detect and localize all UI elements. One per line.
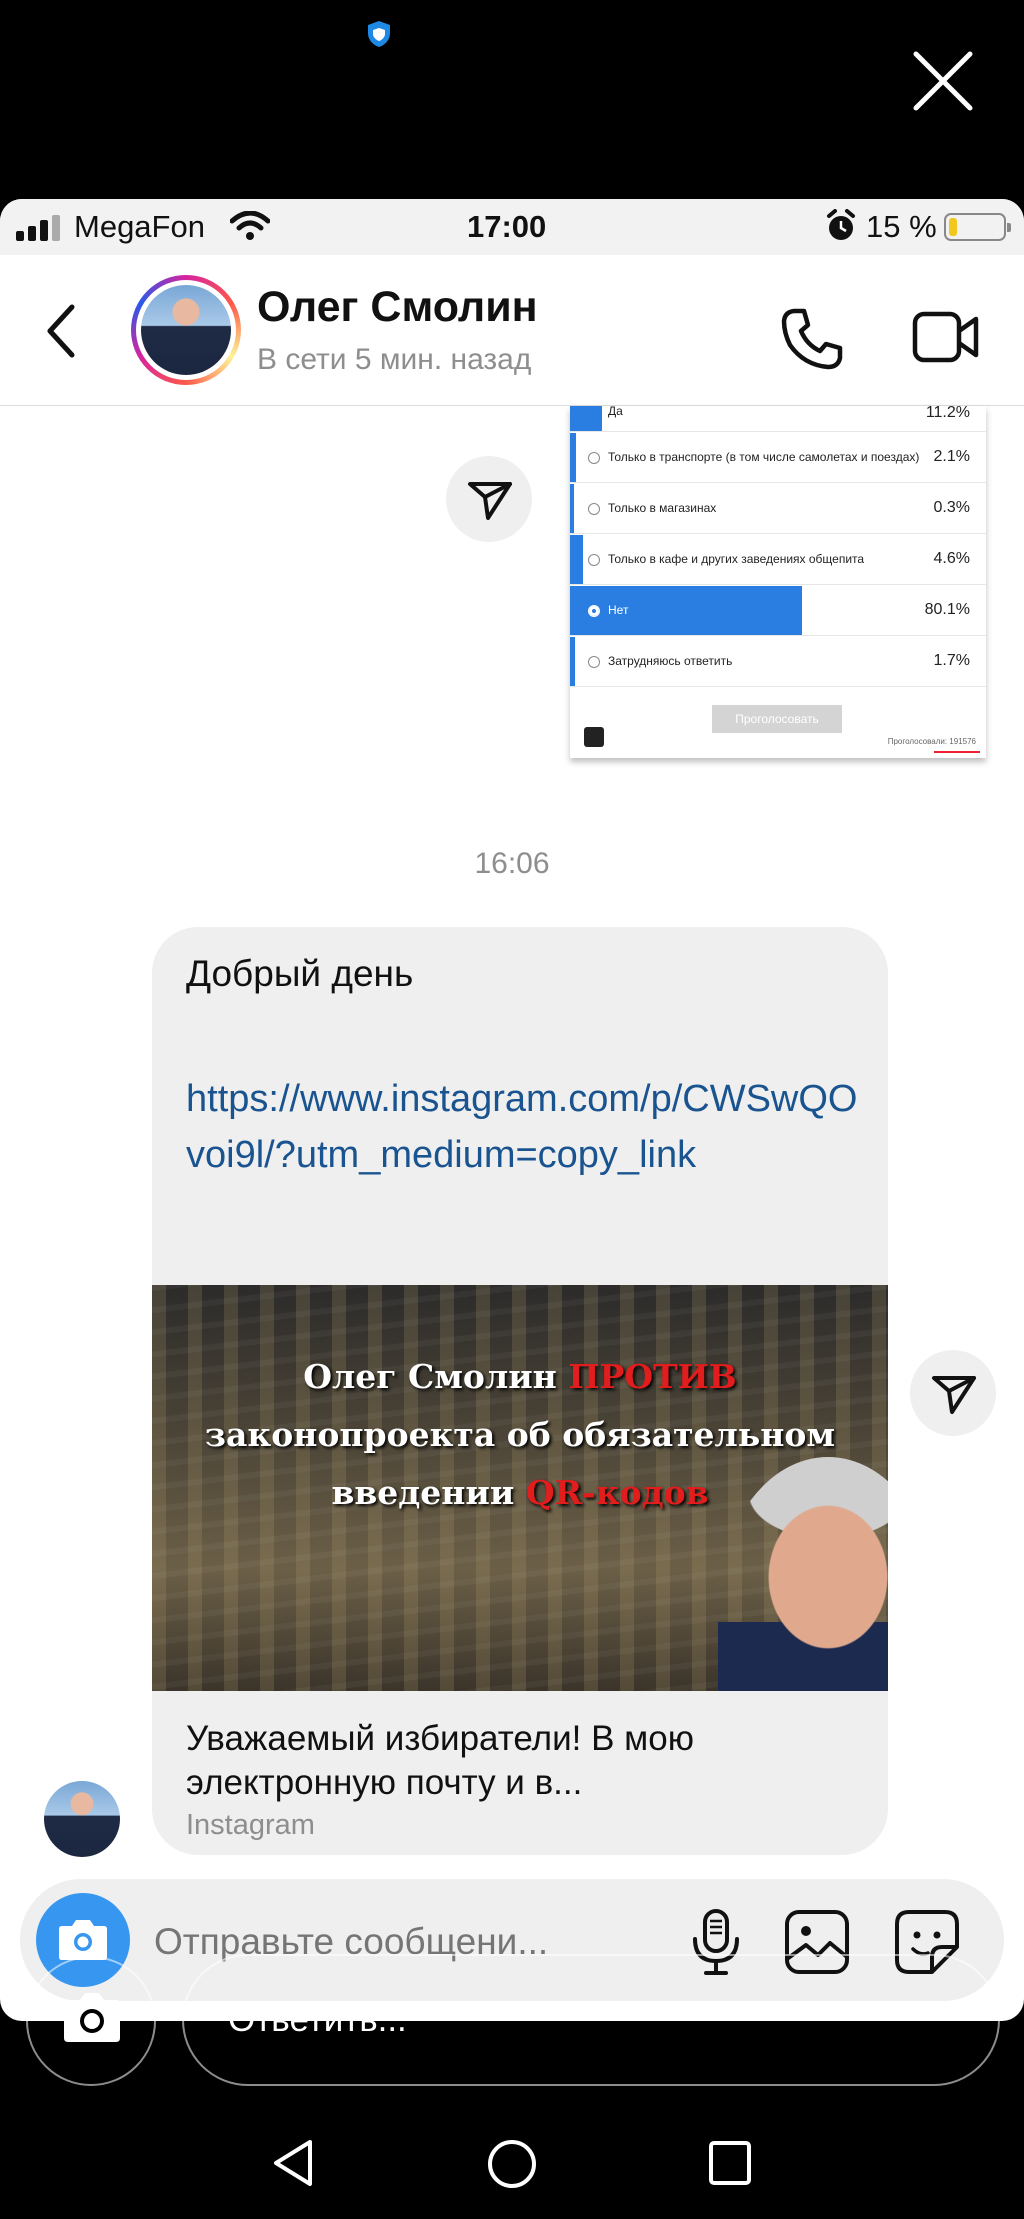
poll-option-percent: 80.1% [924,601,970,618]
share-button[interactable] [446,456,532,542]
poll-image[interactable]: Да 11.2% Только в транспорте (в том числ… [570,406,986,758]
poll-option-percent: 11.2% [925,406,970,421]
story-camera-button[interactable] [26,1956,156,2086]
nav-back-icon[interactable] [270,2138,316,2188]
close-icon[interactable] [910,48,976,114]
poll-underline [934,751,980,753]
poll-option: Да 11.2% [570,406,986,432]
link-preview-source: Instagram [186,1809,315,1841]
avatar[interactable] [131,275,241,385]
status-time: 17:00 [467,209,547,244]
link-preview-image[interactable]: Олег Смолин ПРОТИВ законопроекта об обяз… [152,1285,888,1691]
poll-option-label: Только в кафе и других заведениях общепи… [608,552,865,566]
chat-header: Олег Смолин В сети 5 мин. назад [0,255,1024,406]
contact-status: В сети 5 мин. назад [257,343,532,376]
poll-option: Только в транспорте (в том числе самолет… [570,433,986,483]
poll-option-percent: 1.7% [933,652,970,669]
alarm-icon [827,209,855,240]
shield-icon [368,21,390,47]
radio-icon [588,452,600,464]
poll-option: Затрудняюсь ответить 1.7% [570,637,986,687]
radio-icon [588,554,600,566]
share-icon [468,482,512,520]
poll-bar [570,406,603,431]
poll-voted-count: Проголосовали: 191576 [887,737,976,746]
poll-bar [570,535,584,584]
poll-bar [570,433,577,482]
carrier-name: MegaFon [74,209,205,244]
preview-headline-line2: законопроекта об обязательном [204,1415,836,1454]
preview-headline-line1: Олег Смолин ПРОТИВ [303,1357,737,1396]
contact-name[interactable]: Олег Смолин [257,283,538,332]
vote-button: Проголосовать [712,705,842,733]
poll-bar [570,586,803,635]
poll-logo-icon [584,727,604,747]
phone-icon[interactable] [780,307,844,371]
dm-screenshot-card: MegaFon 17:00 15 % Олег Смолин В сети 5 … [0,199,1024,2021]
battery-icon [944,213,1011,241]
poll-option-percent: 4.6% [933,550,970,567]
time-separator: 16:06 [474,847,550,880]
battery-percent: 15 % [866,209,937,244]
radio-icon [588,605,600,617]
status-bar: MegaFon 17:00 15 % [0,199,1024,255]
poll-option-label: Нет [608,603,629,617]
poll-option-label: Да [608,406,623,418]
story-reply-placeholder: Ответить... [228,2000,407,2039]
message-text: Добрый день [186,953,414,994]
radio-icon [588,656,600,668]
message-bubble[interactable]: Добрый день https://www.instagram.com/p/… [152,927,888,1855]
video-icon[interactable] [912,309,980,365]
poll-option-percent: 0.3% [933,499,970,516]
camera-icon [64,1993,120,2042]
poll-bar [570,637,575,686]
radio-icon [588,503,600,515]
poll-option-label: Затрудняюсь ответить [608,654,733,668]
nav-home-icon[interactable] [486,2138,538,2190]
poll-option-percent: 2.1% [933,448,970,465]
poll-option-label: Только в транспорте (в том числе самолет… [608,450,920,464]
poll-option: Только в магазинах 0.3% [570,484,986,534]
poll-option-label: Только в магазинах [608,501,717,515]
poll-option: Только в кафе и других заведениях общепи… [570,535,986,585]
signal-icon [16,215,60,241]
share-button[interactable] [910,1350,996,1436]
share-icon [932,1376,976,1414]
back-chevron-icon[interactable] [44,303,78,359]
wifi-icon [230,211,270,240]
poll-bar [570,484,574,533]
message-link[interactable]: https://www.instagram.com/p/CWSwQOvoi9l/… [186,1071,876,1183]
nav-recent-icon[interactable] [708,2140,752,2186]
message-link-text[interactable]: https://www.instagram.com/p/CWSwQOvoi9l/… [186,1078,858,1176]
preview-headline-line3: введении QR-кодов [331,1473,709,1512]
poll-option-selected: Нет 80.1% [570,586,986,636]
link-preview-title[interactable]: Уважаемый избиратели! В мою электронную … [186,1717,876,1805]
sender-avatar[interactable] [44,1781,120,1857]
